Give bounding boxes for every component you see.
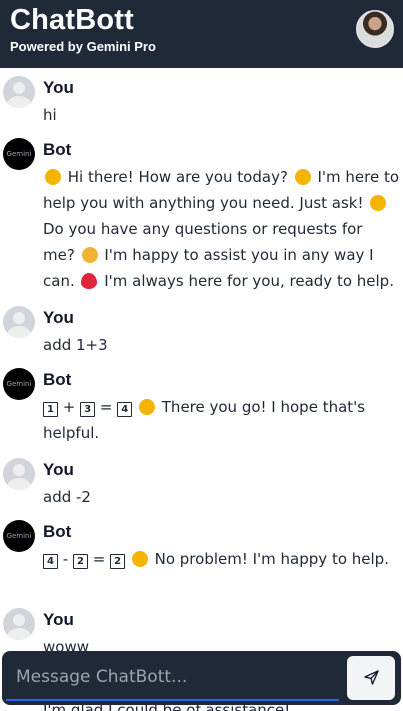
grinning-face-icon	[45, 169, 61, 185]
keycap-digit: 1	[43, 402, 58, 417]
smiling-face-icon	[139, 399, 155, 415]
message-text-segment: =	[87, 550, 111, 568]
user-avatar-icon	[3, 76, 35, 108]
app-subtitle: Powered by Gemini Pro	[10, 39, 156, 54]
keycap-digit: 4	[117, 402, 133, 417]
user-avatar-icon	[3, 458, 35, 490]
message-sender: You	[43, 78, 74, 97]
message-sender: You	[43, 460, 74, 479]
message-text-segment: =	[95, 398, 118, 416]
message-text: Hi there! How are you today? I'm here to…	[43, 164, 399, 294]
message-sender: Bot	[43, 370, 72, 389]
thumbs-up-icon	[81, 247, 98, 263]
message-text-segment: +	[58, 398, 81, 416]
message-input[interactable]	[6, 655, 339, 701]
message-text-segment: -	[58, 550, 73, 568]
thinking-face-icon	[370, 195, 387, 211]
keycap-digit: 3	[80, 402, 96, 417]
message-sender: You	[43, 610, 74, 629]
send-icon	[364, 670, 379, 685]
keycap-digit: 4	[43, 554, 58, 569]
message-text-segment	[125, 550, 130, 568]
bot-avatar: Gemini	[3, 368, 35, 400]
message-text: hi	[43, 106, 57, 124]
app-header: ChatBott Powered by Gemini Pro	[0, 0, 403, 68]
profile-avatar[interactable]	[356, 10, 394, 48]
message-list: You hi Gemini Bot Hi there! How are you tod…	[0, 68, 403, 711]
message-text: 4 - 2 = 2 No problem! I'm happy to help.	[43, 546, 399, 572]
message-sender: Bot	[43, 140, 72, 159]
message-text-segment: Hi there! How are you today?	[63, 168, 293, 186]
message-text: add 1+3	[43, 336, 108, 354]
app-title: ChatBott	[10, 4, 135, 36]
smiling-face-icon	[131, 551, 148, 567]
message-sender: You	[43, 308, 74, 327]
keycap-digit: 2	[110, 554, 126, 569]
message-composer	[2, 651, 401, 705]
smiling-face-icon	[294, 169, 311, 185]
red-heart-icon	[81, 273, 98, 289]
chat-app: ChatBott Powered by Gemini Pro You hi Gemi…	[0, 0, 403, 711]
bot-avatar: Gemini	[3, 138, 35, 170]
message-text: 1 + 3 = 4 There you go! I hope that's he…	[43, 394, 399, 446]
keycap-digit: 2	[72, 554, 88, 569]
user-avatar-icon	[3, 608, 35, 640]
user-avatar-icon	[3, 306, 35, 338]
message-sender: Bot	[43, 522, 72, 541]
send-button[interactable]	[347, 656, 395, 700]
message-text-segment: I'm always here for you, ready to help.	[99, 272, 394, 290]
bot-avatar: Gemini	[3, 520, 35, 552]
message-text: add -2	[43, 488, 91, 506]
message-text-segment	[132, 398, 137, 416]
message-text-segment: No problem! I'm happy to help.	[149, 550, 389, 568]
